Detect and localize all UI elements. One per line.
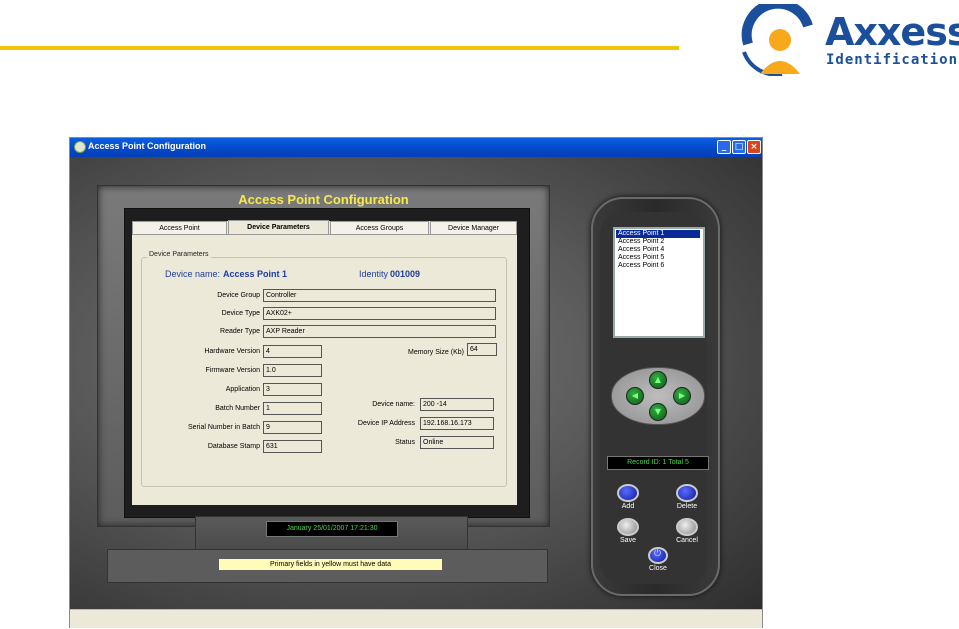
application-label: Application [225,386,260,393]
nav-left-icon[interactable]: ◀ [626,387,644,405]
close-button[interactable]: ⏻ [648,547,668,564]
nav-up-icon[interactable]: ▲ [649,371,667,389]
delete-label: Delete [676,503,698,510]
minimize-button[interactable]: _ [717,140,731,154]
page-title: Access Point Configuration [238,192,409,207]
memory-size-label: Memory Size (Kb) [407,349,464,356]
reader-type-label: Reader Type [220,328,260,335]
save-button[interactable] [617,518,639,536]
window-status-bar [70,609,762,628]
memory-size-field[interactable]: 64 [467,343,497,356]
header-divider [0,46,679,50]
status-label: Status [395,439,415,446]
batch-number-field[interactable]: 1 [263,402,322,415]
firmware-version-field[interactable]: 1.0 [263,364,322,377]
add-button[interactable] [617,484,639,502]
status-message: Primary fields in yellow must have data [219,559,442,570]
tab-access-groups[interactable]: Access Groups [330,221,429,234]
hardware-version-label: Hardware Version [204,348,260,355]
list-item[interactable]: Access Point 4 [616,246,700,254]
maximize-button[interactable]: □ [732,140,746,154]
group-title: Device Parameters [147,251,211,258]
list-item[interactable]: Access Point 2 [616,238,700,246]
device-type-label: Device Type [221,310,260,317]
device-name-label: Device name: [165,269,221,279]
nav-down-icon[interactable]: ▼ [649,403,667,421]
power-icon: ⏻ [654,549,662,559]
record-status: Record ID: 1 Total 5 [607,456,709,470]
tab-device-parameters[interactable]: Device Parameters [228,220,329,234]
database-stamp-label: Database Stamp [207,443,260,450]
device-name2-label: Device name: [372,401,415,408]
logo-word: Axxess [825,10,959,54]
device-type-field[interactable]: AXK02+ [263,307,496,320]
firmware-version-label: Firmware Version [205,367,260,374]
app-window: Access Point Configuration _ □ × Access … [69,137,763,628]
config-panel: Access Point Device Parameters Access Gr… [132,220,517,505]
tab-divider [132,234,517,235]
device-name-value: Access Point 1 [223,269,288,279]
tab-access-point[interactable]: Access Point [132,221,227,234]
navigation-pad: ▲ ◀ ▶ ▼ [611,367,705,425]
serial-number-label: Serial Number in Batch [188,424,260,431]
delete-button[interactable] [676,484,698,502]
list-item[interactable]: Access Point 5 [616,254,700,262]
logo-person-icon [741,0,813,77]
access-point-list[interactable]: Access Point 1 Access Point 2 Access Poi… [613,227,705,338]
device-group-field[interactable]: Controller [263,289,496,302]
device-ip-label: Device IP Address [357,420,415,427]
close-label: Close [649,565,667,572]
identity-label: Identity [359,269,389,279]
save-label: Save [620,537,636,544]
cancel-label: Cancel [676,537,698,544]
window-title: Access Point Configuration [88,141,207,151]
cancel-button[interactable] [676,518,698,536]
serial-number-field[interactable]: 9 [263,421,322,434]
application-field[interactable]: 3 [263,383,322,396]
client-area: Access Point Configuration Access Point … [70,157,762,609]
list-item[interactable]: Access Point 1 [616,230,700,238]
add-label: Add [621,503,635,510]
batch-number-label: Batch Number [215,405,260,412]
device-name2-field[interactable]: 200 -14 [420,398,494,411]
nav-right-icon[interactable]: ▶ [673,387,691,405]
hardware-version-field[interactable]: 4 [263,345,322,358]
app-icon [74,141,86,153]
reader-type-field[interactable]: AXP Reader [263,325,496,338]
device-ip-field[interactable]: 192.168.16.173 [420,417,494,430]
tab-device-manager[interactable]: Device Manager [430,221,517,234]
title-bar[interactable]: Access Point Configuration _ □ × [70,138,762,157]
device-group-label: Device Group [217,292,260,299]
date-display: January 25/01/2007 17:21:30 [266,521,398,537]
status-field[interactable]: Online [420,436,494,449]
list-item[interactable]: Access Point 6 [616,262,700,270]
database-stamp-field[interactable]: 631 [263,440,322,453]
close-window-button[interactable]: × [747,140,761,154]
identity-value: 001009 [390,269,421,279]
logo-subtitle: Identification [826,52,959,68]
